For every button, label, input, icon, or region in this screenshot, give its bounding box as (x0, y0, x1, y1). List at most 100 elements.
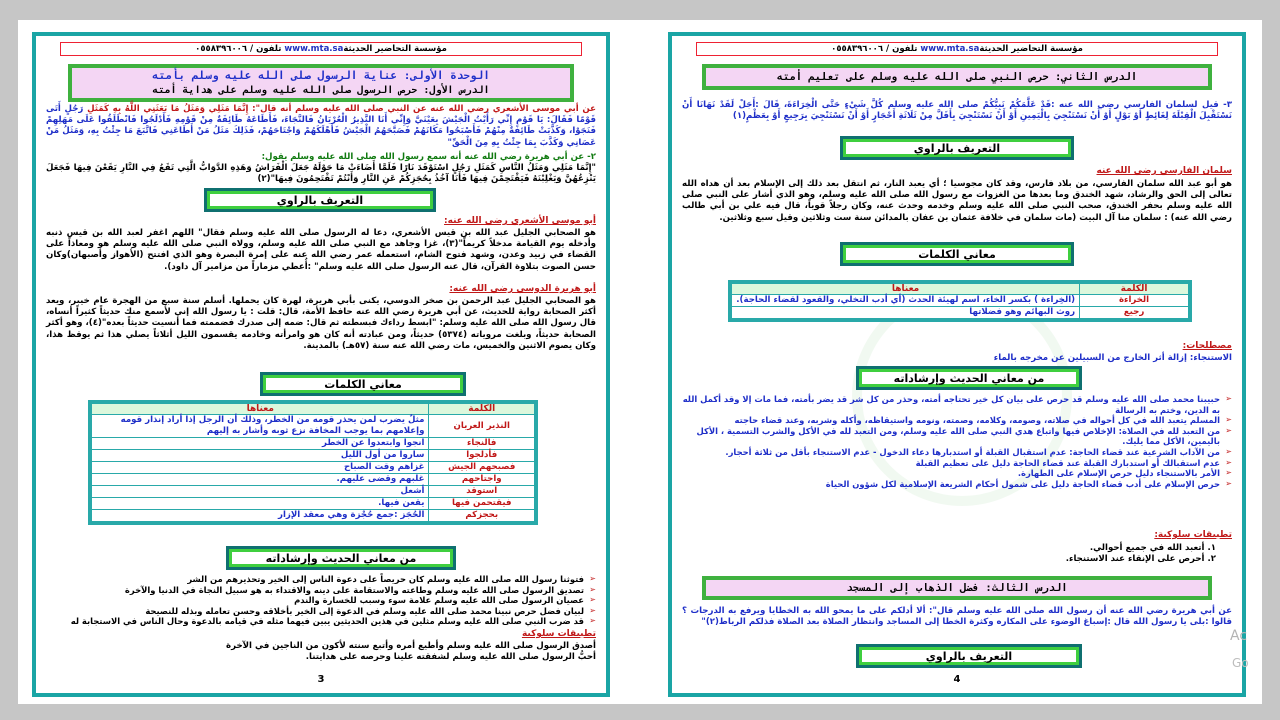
vocab-meaning: الحُجَز :جمع حُجْزة وهي معقد الإزار (89, 509, 430, 524)
table-row: استوقد أشعل (89, 485, 537, 498)
list-item: لبيان فضل حرص نبينا محمد صلى الله عليه و… (46, 606, 596, 617)
vocab-word: فالنجاء (428, 437, 537, 450)
terms-text: الاستنجاء: إزالة أثر الخارج من السبيلين … (993, 353, 1232, 363)
guidance-section-title: من معاني الحديث وإرشاداته (856, 366, 1082, 390)
list-item: قد ضرب النبي صلى الله عليه وسلم مثلين في… (46, 616, 596, 627)
list-item: فتوثنا رسول الله صلى الله عليه وسلم كان … (46, 574, 596, 585)
vocab-table: الكلمة معناها الخراءة (الخِراءة ) بكسر ال… (728, 280, 1192, 322)
vocab-word: بحجزكم (428, 509, 537, 524)
page-header: تلفون / ٠٥٥٨٣٩٦٠٠٦ www.mta.saمؤسسة التحا… (60, 42, 582, 56)
applications-list: أصدق الرسول صلى الله عليه وسلم وأطيع أمر… (46, 641, 596, 663)
vocab-word: فأدلجوا (428, 449, 537, 462)
list-item: تصديق الرسول صلى الله عليه وسلم وطاعته و… (46, 585, 596, 596)
lesson2-banner: الدرس الثاني: حرص النبي صلى الله عليه وس… (702, 64, 1212, 90)
hadith-3: ٣- قيل لسلمان الفارسي رضي الله عنه :قَدْ… (682, 100, 1232, 122)
table-row: فصبحهم الجيش غزاهم وقت الصباح (89, 461, 537, 474)
list-item: ٢. أحرص على الإنقاء عند الاستنجاء. (1065, 554, 1216, 565)
vocab-header-meaning: معناها (729, 281, 1081, 295)
vocab-word: النذير العريان (428, 414, 537, 438)
unit-banner: الوحدة الأولى: عناية الرسول صلى الله علي… (68, 64, 574, 102)
page-header: تلفون / ٠٥٥٨٣٩٦٠٠٦ www.mta.saمؤسسة التحا… (696, 42, 1218, 56)
header-org: مؤسسة التحاضير الحديثة (343, 44, 447, 54)
vocab-word: استوقد (428, 485, 537, 498)
applications-title: تطبيقات سلوكية: (1154, 530, 1232, 540)
table-row: فيقتحمن فيها يقعن فيها. (89, 497, 537, 510)
table-row: فأدلجوا ساروا من أول الليل (89, 449, 537, 462)
narrator-section-title: التعريف بالراوي (840, 136, 1074, 160)
vocab-word: واجتاحهم (428, 473, 537, 486)
narrator-3-name: سلمان الفارسي رضي الله عنه (1096, 166, 1232, 176)
vocab-word: فصبحهم الجيش (428, 461, 537, 474)
vocab-word: فيقتحمن فيها (428, 497, 537, 510)
hadith-4: عن أبي هريرة رضي الله عنه أن رسول الله ص… (682, 606, 1232, 628)
header-site-link[interactable]: www.mta.sa (284, 44, 343, 54)
document-viewer: تلفون / ٠٥٥٨٣٩٦٠٠٦ www.mta.saمؤسسة التحا… (0, 0, 1280, 720)
guidance-list: حبيبنا محمد صلى الله عليه وسلم قد حرص عل… (682, 394, 1232, 489)
vocab-meaning: غلبهم وقضى عليهم. (89, 473, 430, 486)
applications-list: ١. أتعبد الله في جميع أحوالي. ٢. أحرص عل… (682, 543, 1232, 565)
vocab-meaning: ساروا من أول الليل (89, 449, 430, 462)
narrator-3-bio: هو أبو عبد الله سلمان الفارسي، من بلاد ف… (682, 179, 1232, 223)
table-row: الخراءة (الخِراءة ) بكسر الخاء، اسم لهيئة… (729, 294, 1191, 307)
list-item: أصدق الرسول صلى الله عليه وسلم وأطيع أمر… (226, 641, 596, 651)
list-item: حرص الإسلام على أدب قضاء الحاجة دليل على… (682, 479, 1232, 490)
vocab-meaning: (الخِراءة ) بكسر الخاء، اسم لهيئة الحدث … (729, 294, 1081, 307)
list-item: من التعبد لله في الصلاة: الإخلاص فيها وا… (682, 426, 1232, 447)
header-org: مؤسسة التحاضير الحديثة (979, 44, 1083, 54)
table-row: رجيع روث البهائم وهو فضلاتها (729, 306, 1191, 321)
list-item: ١. أتعبد الله في جميع أحوالي. (1089, 543, 1216, 553)
narrator-2-name: أبو هريرة الدوسي رضي الله عنه: (449, 284, 596, 294)
vocab-word: الخراءة (1079, 294, 1191, 307)
header-phone: تلفون / ٠٥٥٨٣٩٦٠٠٦ (831, 44, 918, 54)
narrator-section-title-2: التعريف بالراوي (856, 644, 1082, 668)
vocab-header-word: الكلمة (1079, 281, 1191, 295)
hadith-2-intro: ٢- عن أبي هريرة رضي الله عنه أنه سمع رسو… (261, 152, 596, 162)
hadith-2-text: "إِنَّمَا مَثَلِي وَمَثَلُ النَّاسِ كَمَ… (46, 163, 596, 185)
lesson3-title: الدرس الثالث: فضل الذهاب إلى المسجد (846, 582, 1068, 594)
list-item: الأمر بالاستنجاء دليل حرص الإسلام على ال… (682, 468, 1232, 479)
vocab-meaning: مثلٌ يضرب لمن يحذر قومه من الخطر، وذلك أ… (89, 414, 430, 438)
table-row: بحجزكم الحُجَز :جمع حُجْزة وهي معقد الإزا… (89, 509, 537, 524)
guidance-list: فتوثنا رسول الله صلى الله عليه وسلم كان … (46, 574, 596, 627)
list-item: عصيان الرسول صلى الله عليه وسلم علامة سو… (46, 595, 596, 606)
applications-title: تطبيقات سلوكية (521, 629, 596, 639)
hadith-1-intro: عن أبي موسى الأشعري رضي الله عنه عن النب… (87, 104, 597, 114)
activation-overlay-line1: Ac (1230, 628, 1248, 644)
vocab-header-row: الكلمة معناها (89, 401, 537, 415)
narrator-section-title: التعريف بالراوي (204, 188, 436, 212)
lesson2-title: الدرس الثاني: حرص النبي صلى الله عليه وس… (776, 71, 1138, 83)
hadith-2: ٢- عن أبي هريرة رضي الله عنه أنه سمع رسو… (46, 152, 596, 186)
table-row: فالنجاء انجوا وابتعدوا عن الخطر (89, 437, 537, 450)
vocab-meaning: روث البهائم وهو فضلاتها (729, 306, 1081, 321)
page-3: تلفون / ٠٥٥٨٣٩٦٠٠٦ www.mta.saمؤسسة التحا… (32, 32, 610, 697)
list-item: أحبُّ الرسول صلى الله عليه وسلم لشفقته ع… (305, 652, 596, 663)
list-item: حبيبنا محمد صلى الله عليه وسلم قد حرص عل… (682, 394, 1232, 415)
narrator-2-bio: هو الصحابي الجليل عبد الرحمن بن صخر الدو… (46, 296, 597, 351)
guidance-section-title: من معاني الحديث وإرشاداته (226, 546, 456, 570)
vocab-section-title: معاني الكلمات (840, 242, 1074, 266)
lesson1-title: الدرس الأول: حرص الرسول صلى الله عليه وس… (152, 85, 490, 96)
vocab-meaning: انجوا وابتعدوا عن الخطر (89, 437, 430, 450)
vocab-header-row: الكلمة معناها (729, 281, 1191, 295)
vocab-meaning: أشعل (89, 485, 430, 498)
list-item: من الآداب الشرعية عند قضاء الحاجة: عدم ا… (682, 447, 1232, 458)
terms-title: مصطلحات: (1182, 341, 1232, 351)
table-row: واجتاحهم غلبهم وقضى عليهم. (89, 473, 537, 486)
vocab-header-meaning: معناها (89, 401, 430, 415)
activation-overlay-line2: Go (1232, 656, 1249, 670)
vocab-meaning: يقعن فيها. (89, 497, 430, 510)
header-phone: تلفون / ٠٥٥٨٣٩٦٠٠٦ (195, 44, 282, 54)
list-item: المسلم يتعبد الله في كل أحواله في صلاته،… (682, 415, 1232, 426)
vocab-meaning: غزاهم وقت الصباح (89, 461, 430, 474)
page-number: 4 (953, 674, 961, 685)
list-item: عدم استقبالك أو استدبارك القبلة عند قضاء… (682, 458, 1232, 469)
header-site-link[interactable]: www.mta.sa (920, 44, 979, 54)
hadith-1: عن أبي موسى الأشعري رضي الله عنه عن النب… (46, 104, 596, 149)
table-row: النذير العريان مثلٌ يضرب لمن يحذر قومه من… (89, 414, 537, 438)
vocab-section-title: معاني الكلمات (260, 372, 466, 396)
vocab-header-word: الكلمة (428, 401, 537, 415)
narrator-1-name: أبو موسى الأشعري رضي الله عنه: (444, 216, 596, 226)
narrator-1-bio: هو الصحابي الجليل عبد الله بن قيس الأشعر… (46, 228, 596, 272)
vocab-table: الكلمة معناها النذير العريان مثلٌ يضرب لم… (88, 400, 538, 525)
lesson3-banner: الدرس الثالث: فضل الذهاب إلى المسجد (702, 576, 1212, 600)
